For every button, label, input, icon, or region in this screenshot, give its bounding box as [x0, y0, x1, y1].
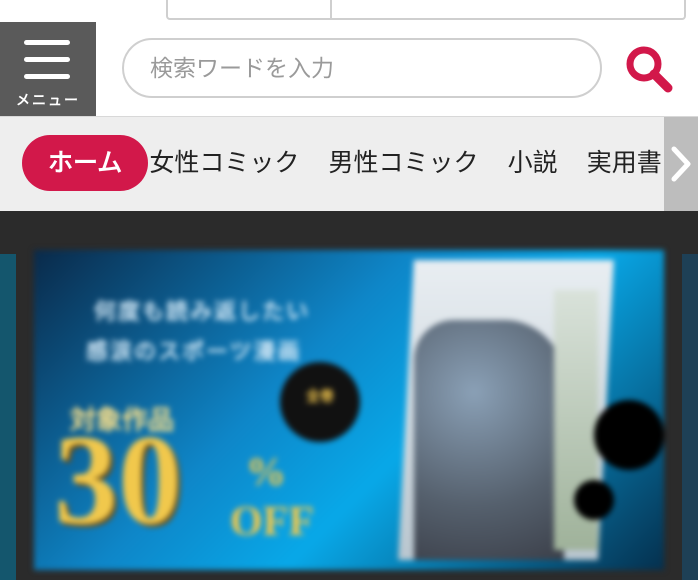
- cover-character-image: [414, 320, 564, 560]
- promo-banner[interactable]: 何度も読み返したい 感涙のスポーツ漫画 対象作品 全巻 30 % OFF: [34, 250, 664, 570]
- address-bar-fragment: [166, 0, 686, 20]
- tab-practical-books[interactable]: 実用書: [587, 135, 662, 191]
- tab-novels[interactable]: 小説: [508, 135, 558, 191]
- tab-womens-comics[interactable]: 女性コミック: [149, 135, 299, 191]
- menu-button[interactable]: メニュー: [0, 22, 96, 116]
- category-nav: ホーム 女性コミック 男性コミック 小説 実用書: [0, 117, 698, 211]
- discount-off-label: OFF: [230, 499, 314, 545]
- search-box[interactable]: [122, 38, 602, 98]
- tab-home[interactable]: ホーム: [22, 135, 149, 191]
- search-icon: [626, 46, 673, 93]
- nav-next-button[interactable]: [664, 117, 698, 211]
- banner-badge-text: 全巻: [306, 389, 334, 405]
- discount-value: 30: [54, 409, 182, 551]
- divider: [330, 0, 332, 20]
- search-input[interactable]: [148, 48, 572, 90]
- hamburger-icon: [24, 40, 70, 80]
- menu-label: メニュー: [16, 93, 80, 109]
- browser-top-strip: [0, 0, 698, 22]
- banner-badge: 全巻: [280, 362, 360, 442]
- decor-dot: [574, 480, 614, 520]
- carousel-prev-slide-edge[interactable]: [0, 254, 16, 580]
- chevron-right-icon: [671, 146, 691, 182]
- discount-unit: %: [246, 449, 286, 494]
- category-tabs: ホーム 女性コミック 男性コミック 小説 実用書: [22, 135, 686, 191]
- banner-headline-line1: 何度も読み返したい: [94, 300, 311, 325]
- banner-headline-line2: 感涙のスポーツ漫画: [86, 340, 302, 365]
- site-header: メニュー: [0, 22, 698, 117]
- carousel-next-slide-edge[interactable]: [682, 254, 698, 580]
- tab-mens-comics[interactable]: 男性コミック: [328, 135, 478, 191]
- search-button[interactable]: [622, 42, 676, 96]
- decor-dot: [594, 400, 664, 470]
